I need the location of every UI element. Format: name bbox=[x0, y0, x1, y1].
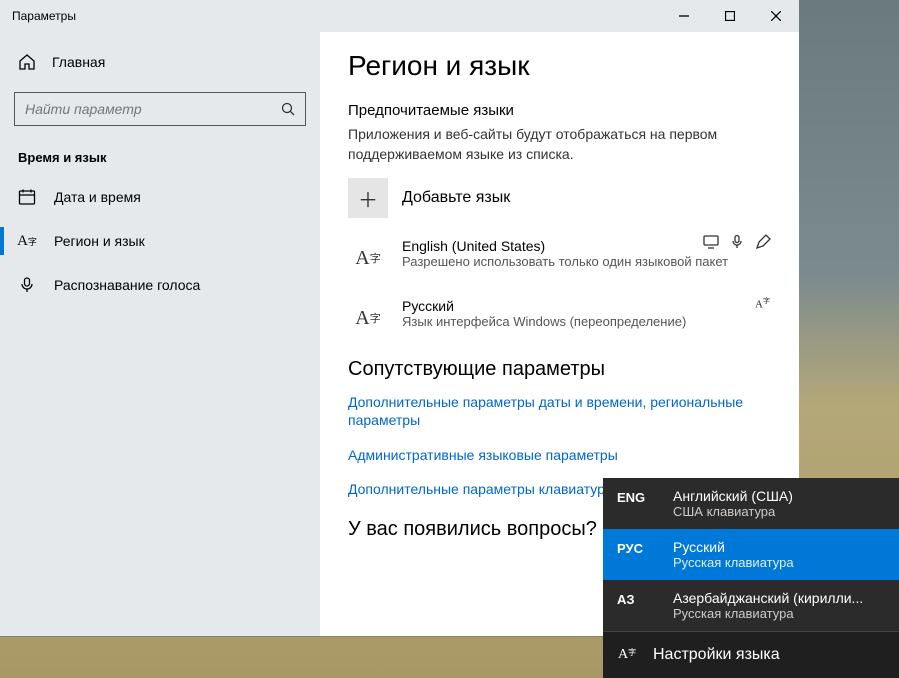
nav-home[interactable]: Главная bbox=[0, 42, 320, 82]
nav-item-date-time[interactable]: Дата и время bbox=[0, 175, 320, 219]
language-glyph-icon: A字 bbox=[348, 298, 388, 338]
calendar-icon bbox=[18, 188, 36, 206]
lang-code: ENG bbox=[617, 488, 657, 519]
mic-small-icon bbox=[729, 234, 745, 250]
add-language-row[interactable]: ＋ Добавьте язык bbox=[348, 178, 771, 218]
lang-option-keyboard: Русская клавиатура bbox=[673, 555, 885, 570]
lang-option-keyboard: США клавиатура bbox=[673, 504, 885, 519]
lang-code: АЗ bbox=[617, 590, 657, 621]
maximize-button[interactable] bbox=[707, 0, 753, 32]
preferred-languages-desc: Приложения и веб-сайты будут отображатьс… bbox=[348, 125, 771, 164]
language-item-english[interactable]: A字 English (United States) Разрешено исп… bbox=[348, 238, 771, 278]
language-feature-icons: A字 bbox=[755, 294, 771, 310]
related-settings-title: Сопутствующие параметры bbox=[348, 358, 771, 381]
link-admin-language[interactable]: Административные языковые параметры bbox=[348, 446, 771, 464]
nav-item-label: Дата и время bbox=[54, 189, 141, 205]
language-preferences-label: Настройки языка bbox=[653, 646, 780, 664]
nav-home-label: Главная bbox=[52, 54, 105, 70]
nav-item-speech[interactable]: Распознавание голоса bbox=[0, 263, 320, 307]
language-name: Русский bbox=[402, 298, 771, 314]
add-language-label: Добавьте язык bbox=[402, 189, 510, 207]
titlebar: Параметры bbox=[0, 0, 799, 32]
home-icon bbox=[18, 53, 36, 71]
display-icon bbox=[703, 234, 719, 250]
nav-item-label: Регион и язык bbox=[54, 233, 145, 249]
preferred-languages-title: Предпочитаемые языки bbox=[348, 102, 771, 119]
language-switcher-popup: ENG Английский (США) США клавиатура РУС … bbox=[603, 478, 899, 678]
language-settings-icon: A字 bbox=[617, 647, 637, 663]
language-glyph-icon: A字 bbox=[348, 238, 388, 278]
language-icon: A字 bbox=[18, 232, 36, 250]
microphone-icon bbox=[18, 276, 36, 294]
nav-item-label: Распознавание голоса bbox=[54, 277, 200, 293]
window-title: Параметры bbox=[0, 9, 661, 23]
minimize-button[interactable] bbox=[661, 0, 707, 32]
lang-code: РУС bbox=[617, 539, 657, 570]
language-feature-icons bbox=[703, 234, 771, 250]
language-preferences-link[interactable]: A字 Настройки языка bbox=[603, 632, 899, 678]
nav-item-region-language[interactable]: A字 Регион и язык bbox=[0, 219, 320, 263]
search-icon bbox=[281, 102, 295, 116]
language-subtext: Язык интерфейса Windows (переопределение… bbox=[402, 314, 771, 329]
lang-option-name: Английский (США) bbox=[673, 488, 885, 504]
search-box[interactable] bbox=[14, 92, 306, 126]
pen-icon bbox=[755, 234, 771, 250]
sidebar: Главная Время и язык Дата и время A字 Рег… bbox=[0, 32, 320, 636]
lang-option-rus[interactable]: РУС Русский Русская клавиатура bbox=[603, 529, 899, 580]
lang-option-name: Азербайджанский (кирилли... bbox=[673, 590, 885, 606]
language-item-russian[interactable]: A字 Русский Язык интерфейса Windows (пере… bbox=[348, 298, 771, 338]
lang-option-keyboard: Русская клавиатура bbox=[673, 606, 885, 621]
language-subtext: Разрешено использовать только один языко… bbox=[402, 254, 771, 269]
lang-small-icon: A字 bbox=[755, 294, 771, 310]
lang-option-name: Русский bbox=[673, 539, 885, 555]
lang-option-eng[interactable]: ENG Английский (США) США клавиатура bbox=[603, 478, 899, 529]
page-title: Регион и язык bbox=[348, 50, 771, 82]
plus-icon: ＋ bbox=[348, 178, 388, 218]
link-date-regional[interactable]: Дополнительные параметры даты и времени,… bbox=[348, 393, 771, 429]
lang-option-az[interactable]: АЗ Азербайджанский (кирилли... Русская к… bbox=[603, 580, 899, 631]
search-input[interactable] bbox=[25, 101, 281, 117]
close-button[interactable] bbox=[753, 0, 799, 32]
nav-group-header: Время и язык bbox=[0, 140, 320, 175]
